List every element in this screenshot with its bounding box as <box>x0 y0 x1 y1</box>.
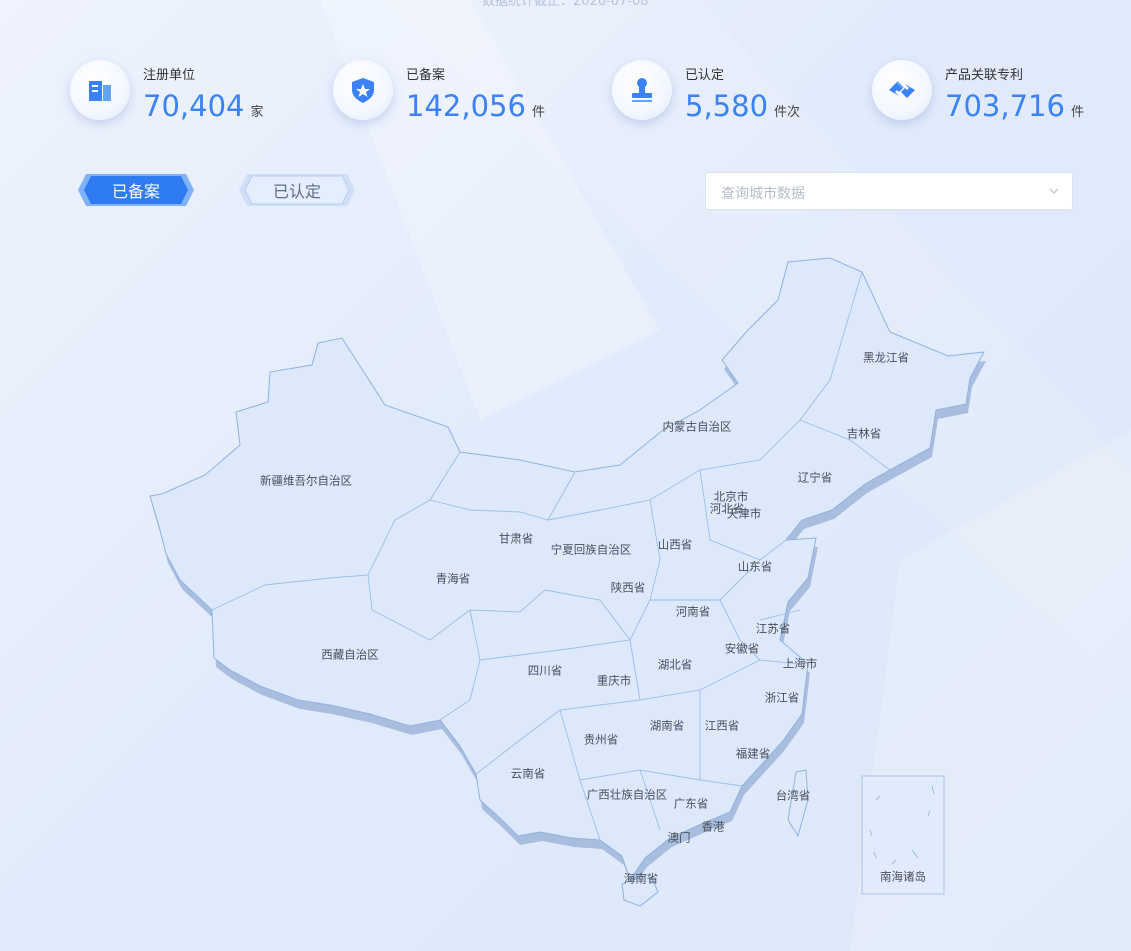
stat-value: 5,580 件次 <box>685 89 801 123</box>
stat-label: 已认定 <box>685 68 725 83</box>
province-label[interactable]: 福建省 <box>736 747 771 761</box>
province-label[interactable]: 香港 <box>702 820 725 834</box>
province-label[interactable]: 新疆维吾尔自治区 <box>260 474 352 488</box>
province-label[interactable]: 内蒙古自治区 <box>663 420 732 434</box>
search-placeholder: 查询城市数据 <box>721 186 805 202</box>
province-label[interactable]: 广西壮族自治区 <box>587 788 668 802</box>
stamp-icon <box>612 60 672 120</box>
province-label[interactable]: 山东省 <box>738 560 773 574</box>
tab-filed[interactable]: 已备案 <box>72 170 200 210</box>
province-label[interactable]: 上海市 <box>783 657 818 671</box>
chevron-down-icon <box>1049 188 1059 194</box>
province-label[interactable]: 四川省 <box>528 664 563 678</box>
province-label[interactable]: 山西省 <box>658 538 693 552</box>
province-label[interactable]: 湖南省 <box>650 719 685 733</box>
province-label[interactable]: 黑龙江省 <box>863 351 909 365</box>
stat-label: 注册单位 <box>143 68 196 83</box>
province-label[interactable]: 台湾省 <box>776 789 811 803</box>
stat-label: 已备案 <box>406 68 446 83</box>
province-label[interactable]: 宁夏回族自治区 <box>551 543 632 557</box>
province-label[interactable]: 云南省 <box>511 767 546 781</box>
shield-star-icon <box>333 60 393 120</box>
province-label[interactable]: 湖北省 <box>658 658 693 672</box>
stat-value: 70,404 家 <box>143 89 264 123</box>
province-label[interactable]: 河南省 <box>676 605 711 619</box>
province-label[interactable]: 重庆市 <box>597 674 632 688</box>
province-label[interactable]: 南海诸岛 <box>880 870 926 884</box>
province-label[interactable]: 河北省 <box>710 502 745 516</box>
province-label[interactable]: 江苏省 <box>756 622 791 636</box>
tab-certified[interactable]: 已认定 <box>233 170 361 210</box>
stat-label: 产品关联专利 <box>945 68 1024 83</box>
link-icon <box>872 60 932 120</box>
province-label[interactable]: 广东省 <box>674 797 709 811</box>
province-label[interactable]: 海南省 <box>624 872 659 886</box>
province-label[interactable]: 江西省 <box>705 719 740 733</box>
province-label[interactable]: 吉林省 <box>847 427 882 441</box>
province-label[interactable]: 贵州省 <box>584 733 619 747</box>
province-label[interactable]: 陕西省 <box>611 581 646 595</box>
province-label[interactable]: 辽宁省 <box>798 471 833 485</box>
province-label[interactable]: 澳门 <box>668 831 691 845</box>
taiwan-island <box>787 769 809 838</box>
city-search-select[interactable]: 查询城市数据 <box>705 172 1073 210</box>
province-label[interactable]: 浙江省 <box>765 691 800 705</box>
province-label[interactable]: 甘肃省 <box>499 532 534 546</box>
building-icon <box>70 60 130 120</box>
data-date-note: 数据统计截止：2020-07-08 <box>482 0 649 9</box>
province-label[interactable]: 青海省 <box>436 572 471 586</box>
stat-value: 142,056 件 <box>406 89 545 123</box>
province-label[interactable]: 安徽省 <box>725 642 760 656</box>
china-map: 黑龙江省吉林省辽宁省内蒙古自治区新疆维吾尔自治区北京市天津市河北省山西省山东省甘… <box>149 257 986 907</box>
province-label[interactable]: 西藏自治区 <box>321 648 379 662</box>
map-mainland <box>149 257 985 882</box>
stat-value: 703,716 件 <box>945 89 1084 123</box>
